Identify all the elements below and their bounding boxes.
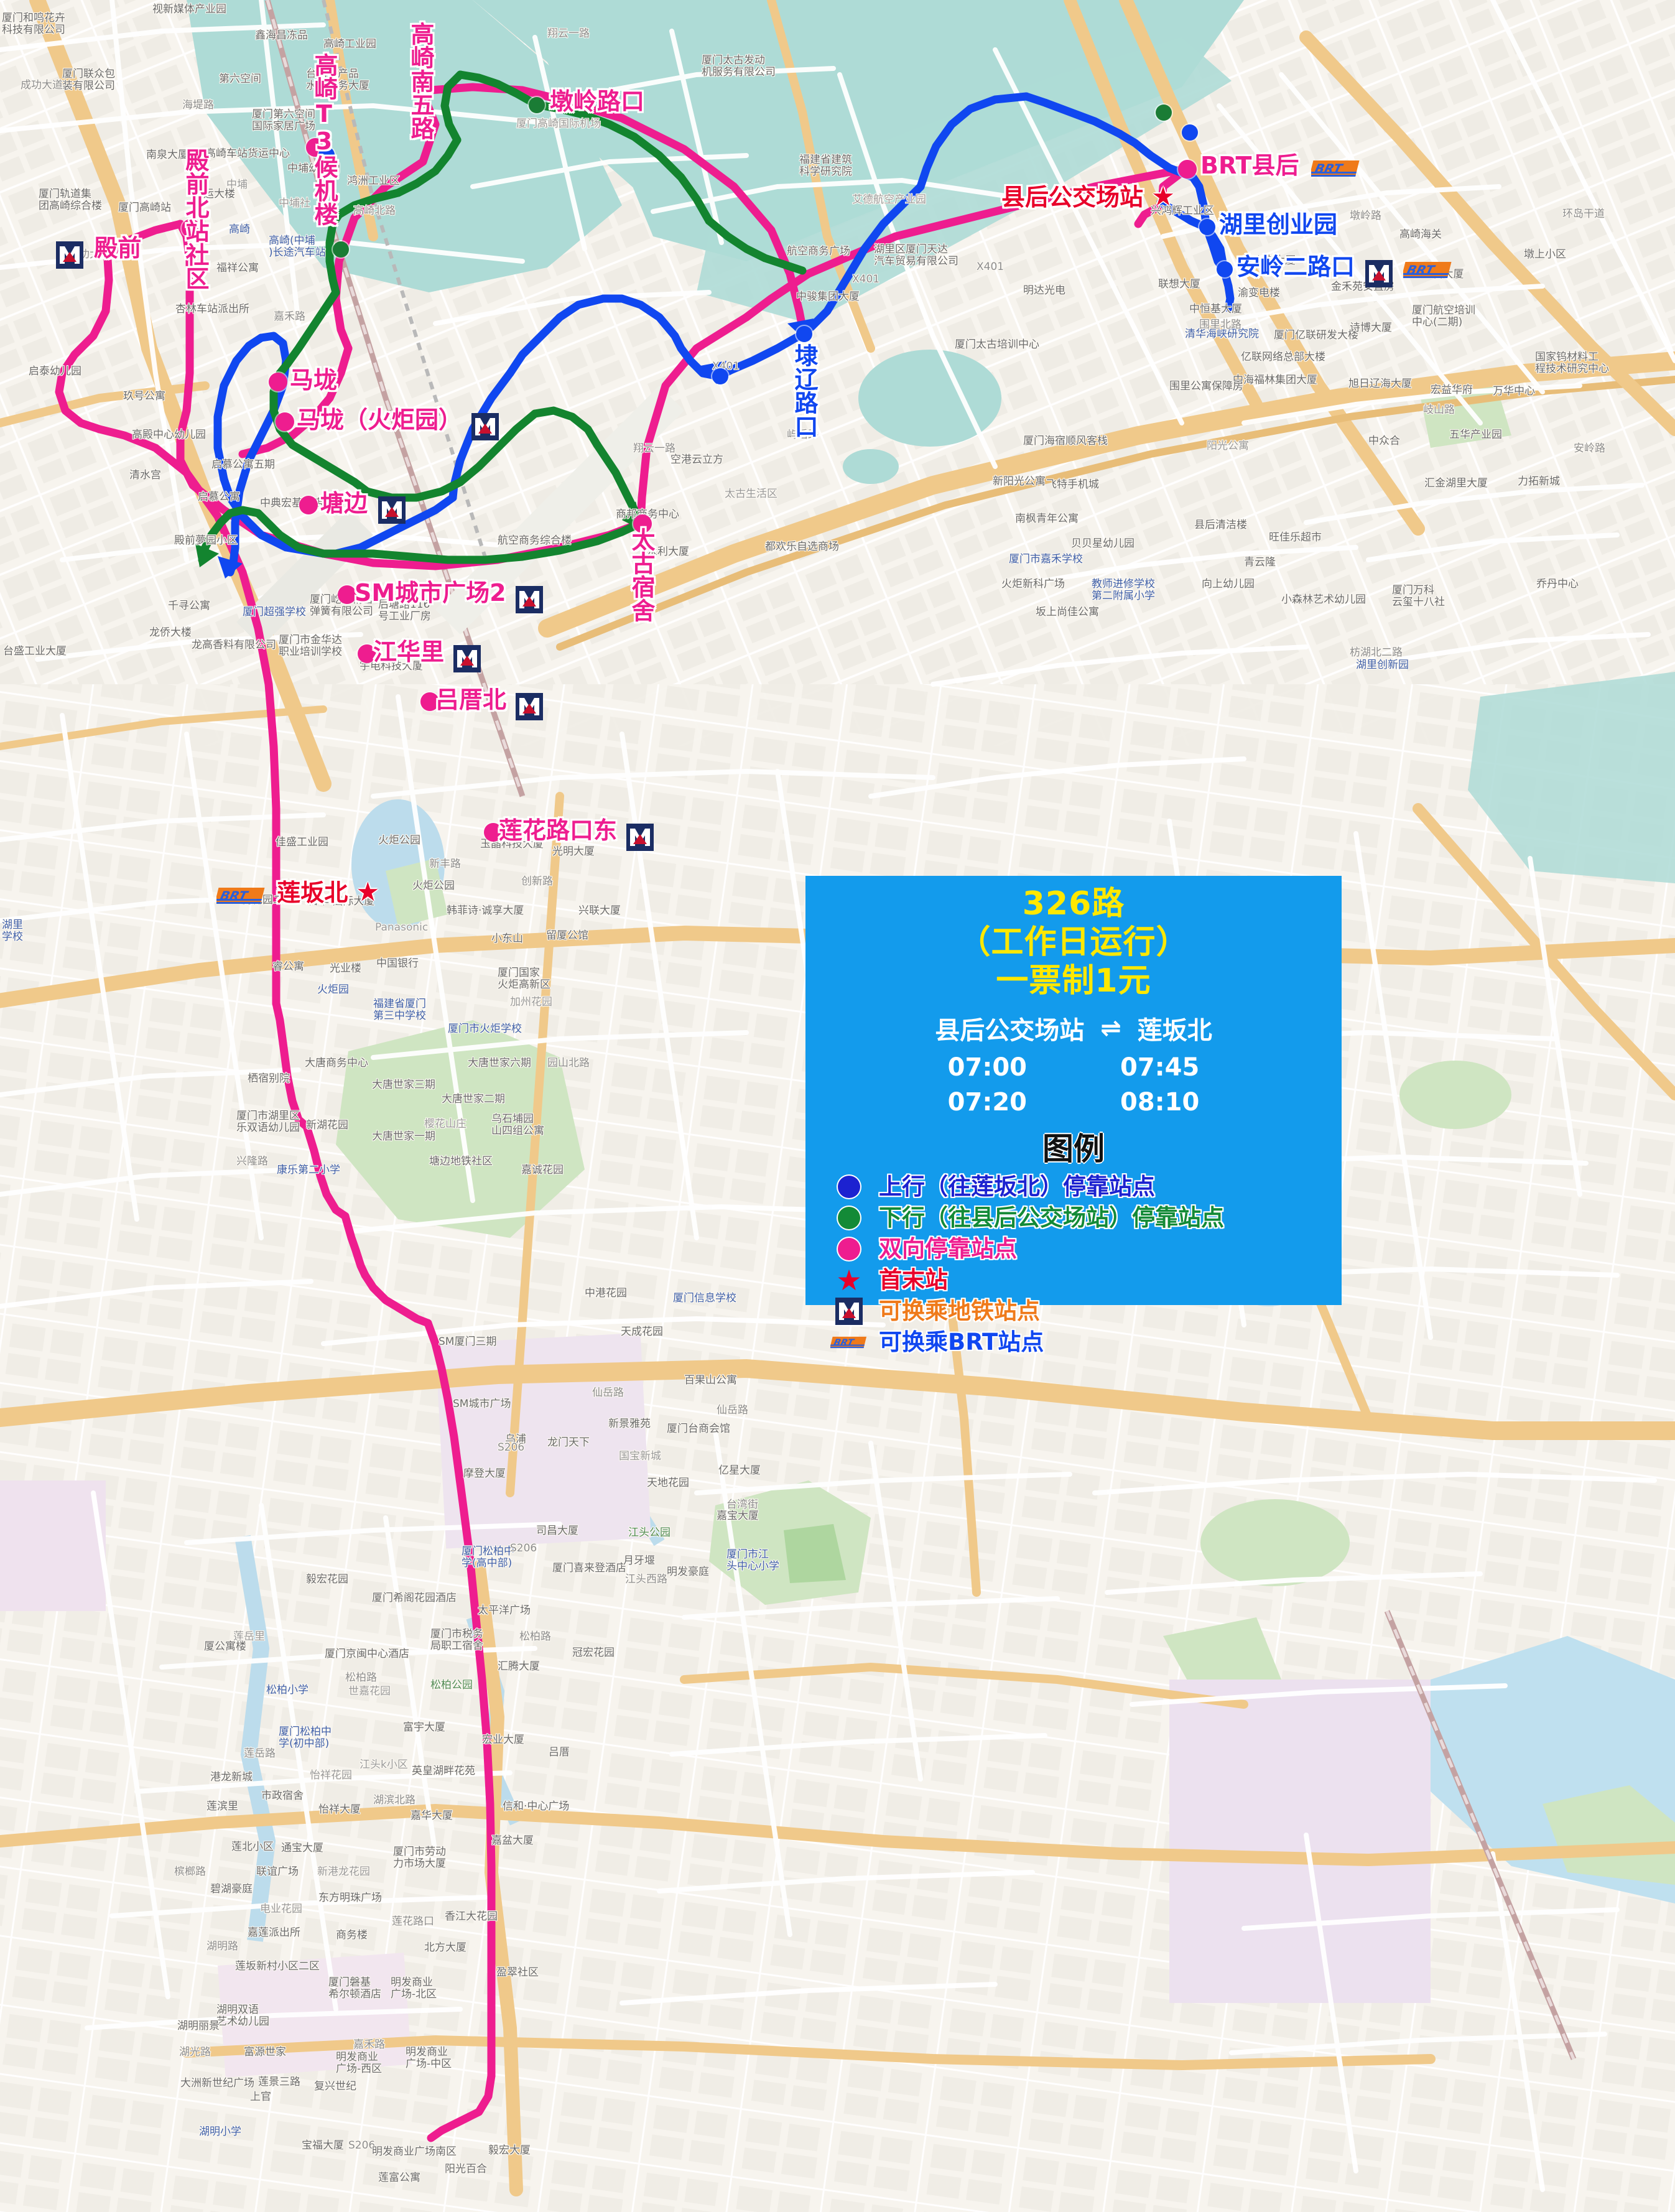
origin-second-departure: 07:20 [947,1088,1027,1117]
legend-item-brt-transfer: BRT 可换乘BRT站点 [830,1327,1342,1357]
legend-item-label: 可换乘地铁站点 [879,1298,1040,1324]
metro-icon [830,1298,868,1325]
pink-circle-icon [830,1238,868,1260]
route-operation-note: （工作日运行） [958,924,1189,961]
route-origin: 县后公交场站 [935,1016,1085,1045]
station-dot-malong[interactable] [269,373,287,391]
red-star-icon: ★ [836,1263,862,1297]
route-info-legend-panel: 326路 （工作日运行） 一票制1元 县后公交场站 ⇌ 莲坂北 07:00 07… [805,876,1342,1355]
station-dot-malong-huojuyuan[interactable] [276,412,294,431]
station-dot-sm-chengshi-guangchang-2[interactable] [338,585,356,604]
departures-from-destination: 07:45 08:10 [1120,1050,1199,1120]
legend-item-label: 可换乘BRT站点 [879,1329,1044,1355]
station-dot-dailiao-lukou[interactable] [796,326,812,342]
station-dot-huli-chuangyeyuan[interactable] [1199,219,1215,235]
station-dot-dailiao-lukou-2[interactable] [712,368,728,384]
legend-heading: 图例 [1042,1131,1105,1167]
route-fare: 一票制1元 [996,962,1151,1000]
legend-items-list: 上行（往莲坂北）停靠站点 下行（往县后公交场站）停靠站点 双向停靠站点 ★ 首末… [805,1172,1342,1357]
station-dot-tangbian[interactable] [299,496,318,514]
route-destination: 莲坂北 [1137,1016,1212,1045]
departure-times: 07:00 07:20 07:45 08:10 [805,1050,1342,1120]
station-dot-lianhua-lukou-dong[interactable] [484,823,503,842]
departures-from-origin: 07:00 07:20 [948,1050,1027,1120]
station-dot-taigu-sushe[interactable] [633,514,652,533]
station-dot-brt-xianhou[interactable] [1178,160,1197,179]
station-dot-jianghuali[interactable] [358,644,376,663]
legend-item-label: 双向停靠站点 [879,1235,1017,1262]
svg-text:BRT: BRT [832,1337,856,1348]
route-number: 326路 [1022,885,1125,922]
station-dot-anling-erlukou[interactable] [1217,261,1233,277]
destination-first-departure: 07:45 [1120,1053,1200,1082]
station-dot-dunling-lukou[interactable] [529,97,545,113]
station-dot-dianqian[interactable] [100,240,118,259]
legend-item-metro-transfer: 可换乘地铁站点 [830,1296,1342,1326]
station-dot-dianqian-beizhan-shequ[interactable] [182,219,200,238]
origin-first-departure: 07:00 [947,1053,1027,1082]
bidirectional-arrow-icon: ⇌ [1100,1014,1121,1043]
legend-item-label: 下行（往县后公交场站）停靠站点 [879,1204,1224,1231]
station-dot-dunling-blue[interactable] [1182,124,1198,141]
legend-item-label: 首末站 [879,1266,948,1293]
destination-second-departure: 08:10 [1120,1088,1200,1117]
legend-item-terminus: ★ 首末站 [830,1265,1342,1295]
station-dot-t3-blue[interactable] [318,147,335,163]
legend-item-bidirectional: 双向停靠站点 [830,1234,1342,1264]
station-dot-luchuo-bei[interactable] [420,692,439,711]
route-od-row: 县后公交场站 ⇌ 莲坂北 [805,1010,1342,1046]
blue-circle-icon [830,1176,868,1198]
green-circle-icon [830,1207,868,1229]
legend-item-uplink: 上行（往莲坂北）停靠站点 [830,1172,1342,1202]
station-dot-gaoqi-nan-wu-lu[interactable] [413,82,432,101]
brt-icon: BRT [830,1332,868,1352]
legend-item-downlink: 下行（往县后公交场站）停靠站点 [830,1203,1342,1233]
station-dot-t3-green[interactable] [333,241,349,258]
legend-item-label: 上行（往莲坂北）停靠站点 [879,1173,1155,1200]
station-dot-dunling-green[interactable] [1156,105,1172,121]
transit-route-map: 厦门联众包 装有限公司 视新媒体产业园 鑫海昌冻品 高崎工业园 第六空间 台湾农… [0,0,1675,2212]
